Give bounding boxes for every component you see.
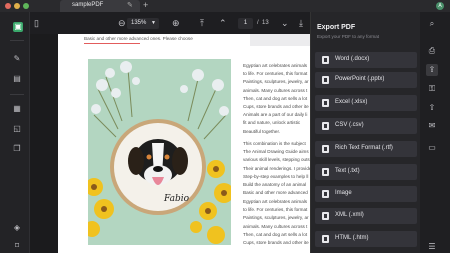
edit-pdf-icon[interactable]: ▤ <box>12 74 22 84</box>
close-window-button[interactable] <box>5 3 11 9</box>
option-label: Rich Text Format (.rtf) <box>335 145 393 151</box>
word-file-icon <box>322 56 329 64</box>
right-tool-rail: ⌕ ⎙ ⇪ ⚿ ⇧ ✉ ▭ ☰ <box>420 12 450 253</box>
text-underline-annotation <box>84 43 140 44</box>
rail-divider <box>10 40 24 41</box>
pdf-page: Basic and other more advanced ones. Plea… <box>58 34 310 253</box>
first-page-icon[interactable]: ⤒ <box>200 17 204 29</box>
minimize-window-button[interactable] <box>14 3 20 9</box>
bookmark-icon[interactable]: ⌑ <box>12 241 22 251</box>
crop-icon[interactable]: ◱ <box>12 124 22 134</box>
html-file-icon <box>322 235 329 243</box>
save-icon[interactable]: ▭ <box>426 142 438 154</box>
share-icon[interactable]: ⇧ <box>426 102 438 114</box>
xml-file-icon <box>322 212 329 220</box>
layers-icon[interactable]: ◈ <box>12 223 22 233</box>
option-label: Text (.txt) <box>335 168 360 174</box>
zoom-out-icon[interactable]: ⊖ <box>118 17 126 29</box>
page-header-block <box>250 34 310 46</box>
panel-subtitle: Export your PDF to any format <box>317 34 380 39</box>
export-option-rtf[interactable]: Rich Text Format (.rtf) <box>315 141 417 157</box>
next-page-icon[interactable]: ⌄ <box>281 17 289 29</box>
export-icon[interactable]: ⇪ <box>426 64 438 76</box>
option-label: Excel (.xlsx) <box>335 99 368 105</box>
export-pdf-panel: Export PDF Export your PDF to any format… <box>310 12 420 253</box>
last-page-icon[interactable]: ⤓ <box>299 17 303 29</box>
embroidery-caption: Fabio <box>163 194 190 204</box>
tab-title: samplePDF <box>72 2 104 8</box>
csv-file-icon <box>322 122 329 130</box>
search-icon[interactable]: ⌕ <box>426 18 438 30</box>
powerpoint-file-icon <box>322 76 329 84</box>
rtf-file-icon <box>322 145 329 153</box>
sidebar-toggle-icon[interactable]: ▯ <box>34 17 39 29</box>
maximize-window-button[interactable] <box>23 3 29 9</box>
page-total: 13 <box>262 20 269 26</box>
option-label: XML (.xml) <box>335 212 364 218</box>
left-tool-rail: ▣ ✎ ▤ ▦ ◱ ❐ ◈ ⌑ <box>0 12 30 253</box>
chevron-down-icon: ▼ <box>151 20 156 26</box>
rail-divider <box>10 94 24 95</box>
new-tab-button[interactable]: + <box>143 0 148 10</box>
export-option-html[interactable]: HTML (.htm) <box>315 231 417 247</box>
zoom-in-icon[interactable]: ⊕ <box>172 17 180 29</box>
zoom-value: 135% <box>131 20 147 26</box>
zoom-select[interactable]: 135% ▼ <box>127 18 159 29</box>
previous-page-icon[interactable]: ⌃ <box>219 17 227 29</box>
chat-icon[interactable]: ☰ <box>426 241 438 253</box>
body-paragraph-1: Egyptian art celebrates animals to life.… <box>243 63 309 134</box>
reader-mode-icon[interactable]: ▣ <box>13 22 23 32</box>
export-option-excel[interactable]: Excel (.xlsx) <box>315 95 417 111</box>
photo-illustration: Fabio <box>88 59 231 245</box>
panel-title: Export PDF <box>317 24 356 31</box>
comment-icon[interactable]: ✎ <box>12 54 22 64</box>
export-option-xml[interactable]: XML (.xml) <box>315 208 417 224</box>
image-file-icon <box>322 190 329 198</box>
export-option-text[interactable]: Text (.txt) <box>315 164 417 180</box>
page-separator: / <box>257 20 259 26</box>
excel-file-icon <box>322 99 329 107</box>
partial-text-line: Basic and other more advanced ones. Plea… <box>84 36 193 41</box>
email-icon[interactable]: ✉ <box>426 120 438 132</box>
organize-pages-icon[interactable]: ▦ <box>12 104 22 114</box>
option-label: HTML (.htm) <box>335 235 369 241</box>
view-toolbar: ▯ ⊖ 135% ▼ ⊕ ⤒ ⌃ 1 / 13 ⌄ ⤓ <box>30 12 310 34</box>
edit-tab-icon[interactable]: ✎ <box>127 1 133 9</box>
print-icon[interactable]: ⎙ <box>426 45 438 57</box>
embroidery-dog-photo: Fabio <box>88 59 231 245</box>
export-option-powerpoint[interactable]: PowerPoint (.pptx) <box>315 72 417 88</box>
avatar[interactable]: A <box>436 2 444 10</box>
option-label: Word (.docx) <box>335 56 370 62</box>
export-option-word[interactable]: Word (.docx) <box>315 52 417 68</box>
option-label: Image <box>335 190 352 196</box>
copy-pages-icon[interactable]: ❐ <box>12 144 22 154</box>
title-bar: samplePDF ✎ + A <box>0 0 450 12</box>
body-paragraph-3: Egyptian art celebrates animals to life.… <box>243 199 309 246</box>
export-option-csv[interactable]: CSV (.csv) <box>315 118 417 134</box>
option-label: CSV (.csv) <box>335 122 364 128</box>
text-file-icon <box>322 168 329 176</box>
page-number-input[interactable]: 1 <box>238 18 253 29</box>
protect-icon[interactable]: ⚿ <box>426 83 438 95</box>
export-option-image[interactable]: Image <box>315 186 417 202</box>
body-paragraph-2: This combination is the subject The Anim… <box>243 141 310 196</box>
option-label: PowerPoint (.pptx) <box>335 76 385 82</box>
